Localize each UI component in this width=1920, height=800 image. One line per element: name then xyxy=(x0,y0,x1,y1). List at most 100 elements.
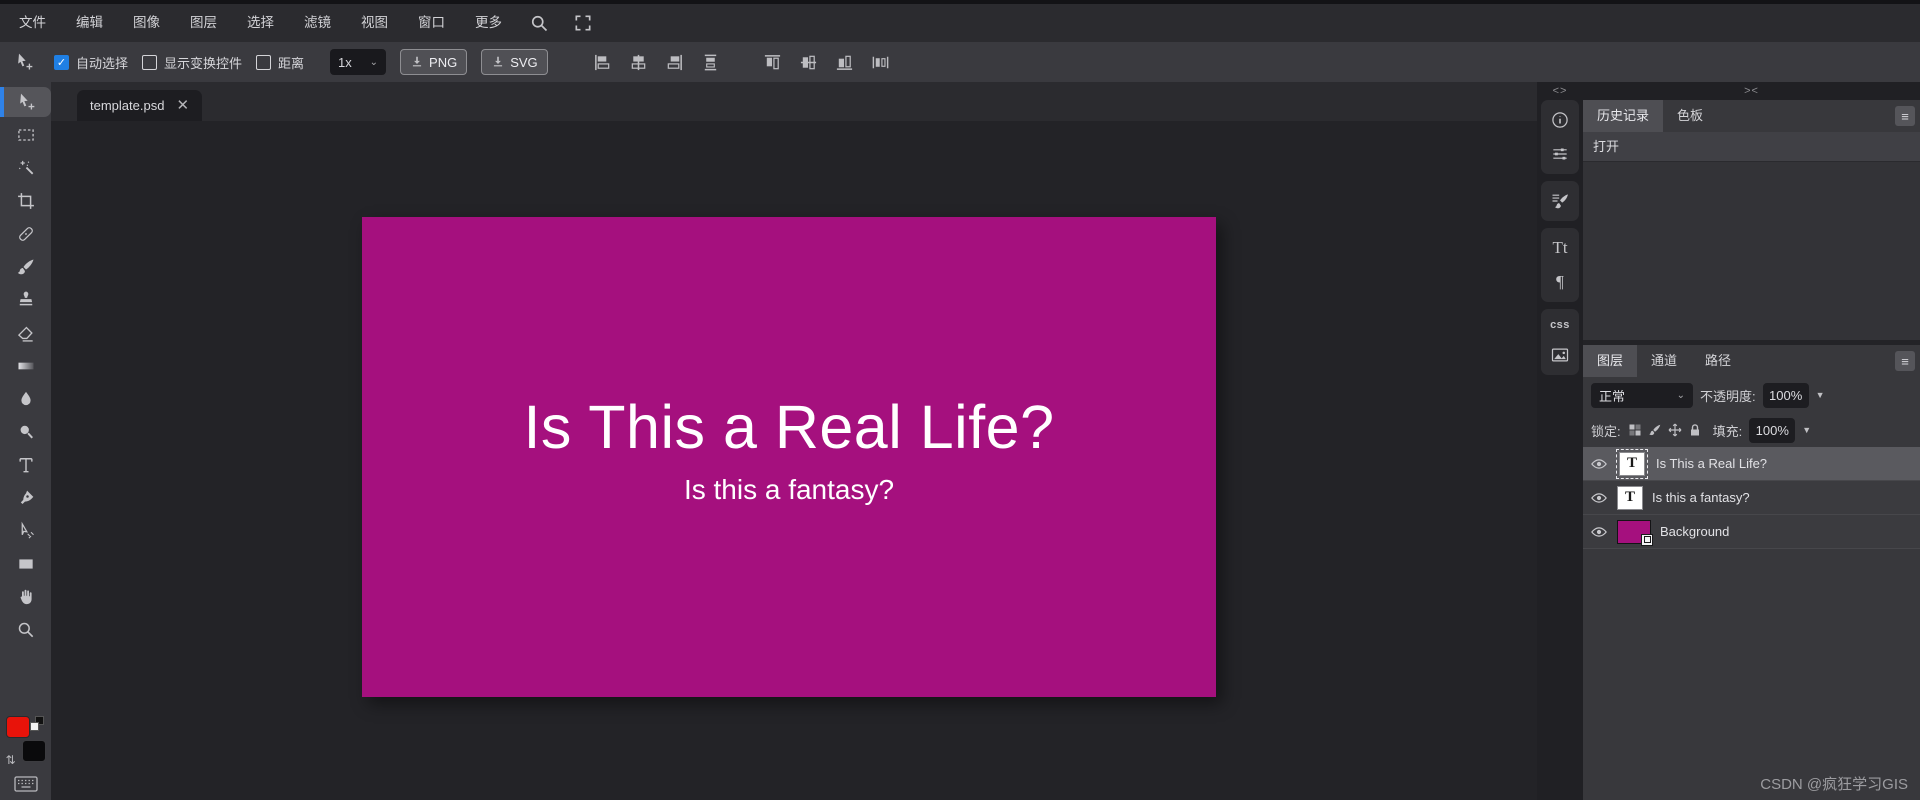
dodge-tool[interactable] xyxy=(0,417,51,447)
fullscreen-icon[interactable] xyxy=(561,13,605,33)
align-top-icon[interactable] xyxy=(762,51,784,73)
document-canvas[interactable]: Is This a Real Life? Is this a fantasy? xyxy=(362,217,1216,697)
layer-name: Is This a Real Life? xyxy=(1656,456,1768,471)
tab-swatches[interactable]: 色板 xyxy=(1663,100,1717,132)
collapse-strip-control[interactable]: <> xyxy=(1553,82,1568,100)
align-left-icon[interactable] xyxy=(592,51,614,73)
search-icon[interactable] xyxy=(517,13,561,33)
color-swatches: ⇅ xyxy=(4,716,48,768)
layer-row-subtitle[interactable]: T Is this a fantasy? xyxy=(1583,481,1920,515)
visibility-eye-icon[interactable] xyxy=(1590,523,1608,541)
export-svg-button[interactable]: SVG xyxy=(481,49,548,75)
align-middle-icon[interactable] xyxy=(798,51,820,73)
export-scale-select[interactable]: 1x ⌄ xyxy=(330,49,387,75)
distribute-vertical-icon[interactable] xyxy=(700,51,722,73)
history-menu-icon[interactable]: ≡ xyxy=(1895,106,1915,126)
auto-select-checkbox[interactable]: ✓ 自动选择 xyxy=(54,53,128,72)
right-panel: >< 历史记录 色板 ≡ 打开 图层 通道 路径 ≡ 正常 ⌄ 不透明度: 10… xyxy=(1583,82,1920,800)
image-panel-icon[interactable] xyxy=(1550,345,1570,365)
panel-icon-strip: <> Tt ¶ css xyxy=(1537,82,1583,800)
distribute-horizontal-icon[interactable] xyxy=(870,51,892,73)
align-bottom-icon[interactable] xyxy=(834,51,856,73)
layer-row-title[interactable]: T Is This a Real Life? xyxy=(1583,447,1920,481)
fill-dropdown-icon[interactable]: ▼ xyxy=(1802,425,1811,435)
character-panel-icon[interactable]: Tt xyxy=(1552,238,1567,258)
distance-checkbox[interactable]: 距离 xyxy=(256,53,304,72)
css-panel-icon[interactable]: css xyxy=(1550,319,1570,331)
blend-mode-select[interactable]: 正常 ⌄ xyxy=(1591,382,1693,408)
properties-sliders-icon[interactable] xyxy=(1550,144,1570,164)
foreground-color-swatch[interactable] xyxy=(5,716,30,738)
menu-edit[interactable]: 编辑 xyxy=(61,4,118,42)
text-layer-thumbnail[interactable]: T xyxy=(1616,448,1648,479)
layer-row-background[interactable]: Background xyxy=(1583,515,1920,549)
eraser-tool[interactable] xyxy=(0,318,51,348)
tab-layers[interactable]: 图层 xyxy=(1583,345,1638,377)
strip-group-brush xyxy=(1541,181,1579,221)
menu-file[interactable]: 文件 xyxy=(4,4,61,42)
align-right-icon[interactable] xyxy=(664,51,686,73)
visibility-eye-icon[interactable] xyxy=(1590,455,1608,473)
lock-transparency-icon[interactable] xyxy=(1628,423,1642,437)
paragraph-panel-icon[interactable]: ¶ xyxy=(1556,272,1564,292)
checkbox-unchecked-icon xyxy=(142,54,158,70)
zoom-tool[interactable] xyxy=(0,615,51,645)
align-center-icon[interactable] xyxy=(628,51,650,73)
spot-heal-tool[interactable] xyxy=(0,219,51,249)
gradient-tool[interactable] xyxy=(0,351,51,381)
show-transform-checkbox[interactable]: 显示变换控件 xyxy=(142,53,242,72)
text-layer-thumbnail[interactable]: T xyxy=(1617,485,1643,510)
crop-tool[interactable] xyxy=(0,186,51,216)
menu-layer[interactable]: 图层 xyxy=(175,4,232,42)
distance-label: 距离 xyxy=(278,55,305,71)
strip-group-text: Tt ¶ xyxy=(1541,228,1579,302)
history-panel: 历史记录 色板 ≡ 打开 xyxy=(1583,100,1920,340)
direct-select-tool[interactable] xyxy=(0,516,51,546)
keyboard-shortcuts-icon[interactable] xyxy=(13,776,38,792)
tab-history[interactable]: 历史记录 xyxy=(1583,100,1664,132)
swap-colors-icon[interactable]: ⇅ xyxy=(6,754,16,766)
lock-pixels-icon[interactable] xyxy=(1648,423,1662,437)
layers-menu-icon[interactable]: ≡ xyxy=(1895,351,1915,371)
pen-tool[interactable] xyxy=(0,483,51,513)
opacity-input[interactable]: 100% xyxy=(1762,382,1809,408)
info-icon[interactable] xyxy=(1550,110,1570,130)
menu-filter[interactable]: 滤镜 xyxy=(289,4,346,42)
opacity-dropdown-icon[interactable]: ▼ xyxy=(1816,390,1825,400)
type-tool[interactable] xyxy=(0,450,51,480)
transform-badge-icon xyxy=(1641,533,1653,546)
background-color-swatch[interactable] xyxy=(21,740,46,762)
collapse-panel-control[interactable]: >< xyxy=(1583,82,1920,100)
lock-position-icon[interactable] xyxy=(1668,423,1682,437)
visibility-eye-icon[interactable] xyxy=(1590,489,1608,507)
clone-stamp-tool[interactable] xyxy=(0,285,51,315)
watermark-text: CSDN @疯狂学习GIS xyxy=(1760,776,1908,793)
hand-tool[interactable] xyxy=(0,582,51,612)
menu-window[interactable]: 窗口 xyxy=(403,4,460,42)
menu-image[interactable]: 图像 xyxy=(118,4,175,42)
tab-paths[interactable]: 路径 xyxy=(1691,345,1745,377)
brush-tool[interactable] xyxy=(0,252,51,282)
blur-tool[interactable] xyxy=(0,384,51,414)
rectangle-tool[interactable] xyxy=(0,549,51,579)
fill-input[interactable]: 100% xyxy=(1749,417,1796,443)
tab-channels[interactable]: 通道 xyxy=(1637,345,1691,377)
strip-group-export: css xyxy=(1541,309,1579,375)
menu-select[interactable]: 选择 xyxy=(232,4,289,42)
menu-view[interactable]: 视图 xyxy=(346,4,403,42)
default-foreground-swatch-icon[interactable] xyxy=(29,722,39,731)
export-png-button[interactable]: PNG xyxy=(400,49,468,75)
rect-select-tool[interactable] xyxy=(0,120,51,150)
document-tab[interactable]: template.psd ✕ xyxy=(77,90,203,121)
close-tab-icon[interactable]: ✕ xyxy=(176,98,189,113)
background-layer-thumbnail[interactable] xyxy=(1617,519,1653,546)
brush-settings-icon[interactable] xyxy=(1550,191,1570,211)
lock-all-icon[interactable] xyxy=(1688,423,1702,437)
move-tool[interactable] xyxy=(0,87,51,117)
history-entry-open[interactable]: 打开 xyxy=(1583,132,1920,162)
magic-wand-tool[interactable] xyxy=(0,153,51,183)
menu-more[interactable]: 更多 xyxy=(460,4,517,42)
photopea-app: 文件 编辑 图像 图层 选择 滤镜 视图 窗口 更多 ✓ 自动选择 显示变换控件… xyxy=(0,0,1920,800)
canvas-subtitle-text: Is this a fantasy? xyxy=(683,474,895,505)
fill-label: 填充: xyxy=(1712,423,1743,439)
